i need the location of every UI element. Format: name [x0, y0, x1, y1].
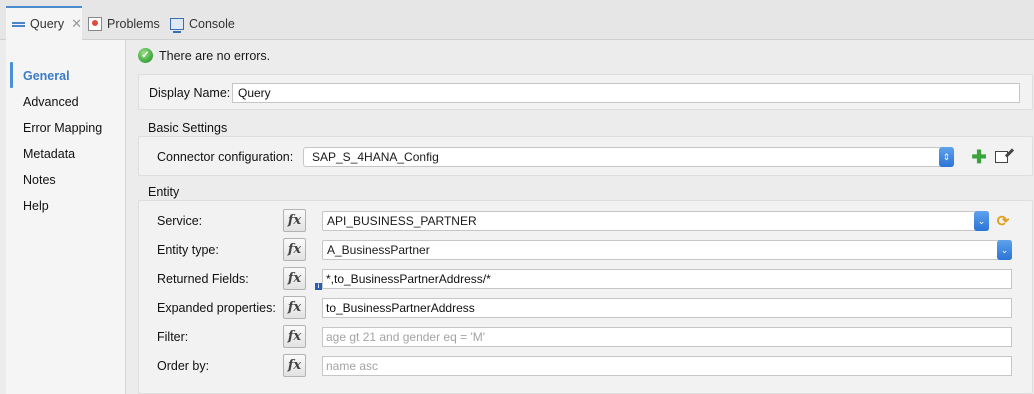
- nav-item-advanced[interactable]: Advanced: [23, 95, 79, 109]
- mule-component-icon: [12, 19, 26, 29]
- status-text: There are no errors.: [159, 48, 271, 63]
- tab-problems-label: Problems: [107, 17, 160, 31]
- tab-console[interactable]: Console: [170, 8, 235, 40]
- display-name-input[interactable]: [232, 83, 1020, 103]
- filter-input[interactable]: [322, 327, 1012, 347]
- nav-active-marker: [10, 62, 13, 88]
- edit-config-button[interactable]: [993, 149, 1009, 165]
- entity-title: Entity: [148, 185, 180, 199]
- display-name-label: Display Name:: [149, 86, 231, 100]
- info-icon: i: [315, 283, 322, 290]
- fx-toggle-returned-fields[interactable]: fx: [283, 267, 306, 290]
- chevron-down-icon[interactable]: ⌄: [974, 211, 989, 231]
- editor-tab-bar: Query ✕ Problems Console: [0, 0, 1034, 40]
- nav-item-error-mapping[interactable]: Error Mapping: [23, 121, 102, 135]
- nav-item-notes[interactable]: Notes: [23, 173, 56, 187]
- tab-query[interactable]: Query ✕: [6, 6, 82, 40]
- service-label: Service:: [157, 214, 203, 228]
- plus-icon: ✚: [971, 147, 987, 167]
- basic-settings-group: Connector configuration: SAP_S_4HANA_Con…: [138, 136, 1033, 176]
- basic-settings-title: Basic Settings: [148, 121, 228, 135]
- add-config-button[interactable]: ✚: [971, 147, 987, 167]
- display-name-group: Display Name:: [138, 74, 1033, 110]
- returned-fields-label: Returned Fields:: [157, 272, 249, 286]
- fx-toggle-service[interactable]: fx: [283, 209, 306, 232]
- returned-fields-input[interactable]: [322, 269, 1012, 289]
- filter-label: Filter:: [157, 330, 189, 344]
- entity-group: Service: fx API_BUSINESS_PARTNER ⌄ ⟳ Ent…: [138, 200, 1033, 394]
- problems-icon: [88, 17, 102, 31]
- nav-item-general[interactable]: General: [23, 69, 70, 83]
- entity-type-value: A_BusinessPartner: [327, 243, 430, 257]
- close-icon[interactable]: ✕: [71, 16, 82, 32]
- status-message: ✓ There are no errors.: [138, 48, 270, 63]
- connector-config-label: Connector configuration:: [157, 150, 294, 164]
- tab-query-label: Query: [30, 17, 65, 31]
- entity-type-label: Entity type:: [157, 243, 219, 257]
- tab-problems[interactable]: Problems: [88, 8, 160, 40]
- order-by-label: Order by:: [157, 359, 210, 373]
- chevron-down-icon[interactable]: ⌄: [997, 240, 1012, 260]
- console-icon: [170, 18, 184, 33]
- service-select[interactable]: API_BUSINESS_PARTNER ⌄: [322, 211, 989, 231]
- tab-console-label: Console: [189, 17, 235, 31]
- edit-icon: [994, 151, 1008, 163]
- nav-item-help[interactable]: Help: [23, 199, 49, 213]
- updown-icon[interactable]: ⇕: [939, 147, 954, 167]
- refresh-service-button[interactable]: ⟳: [995, 213, 1011, 230]
- properties-nav: General Advanced Error Mapping Metadata …: [6, 40, 126, 394]
- fx-toggle-order-by[interactable]: fx: [283, 354, 306, 377]
- entity-type-select[interactable]: A_BusinessPartner ⌄: [322, 240, 1012, 260]
- properties-panel: ✓ There are no errors. Display Name: Bas…: [131, 40, 1034, 394]
- service-value: API_BUSINESS_PARTNER: [327, 214, 477, 228]
- fx-toggle-filter[interactable]: fx: [283, 325, 306, 348]
- connector-config-value: SAP_S_4HANA_Config: [312, 150, 439, 164]
- refresh-icon: ⟳: [996, 213, 1010, 230]
- fx-toggle-expanded-properties[interactable]: fx: [283, 296, 306, 319]
- check-circle-icon: ✓: [138, 48, 153, 63]
- expanded-properties-label: Expanded properties:: [157, 301, 276, 315]
- nav-item-metadata[interactable]: Metadata: [23, 147, 75, 161]
- fx-toggle-entity-type[interactable]: fx: [283, 238, 306, 261]
- connector-config-select[interactable]: SAP_S_4HANA_Config ⇕: [303, 147, 954, 167]
- order-by-input[interactable]: [322, 356, 1012, 376]
- expanded-properties-input[interactable]: [322, 298, 1012, 318]
